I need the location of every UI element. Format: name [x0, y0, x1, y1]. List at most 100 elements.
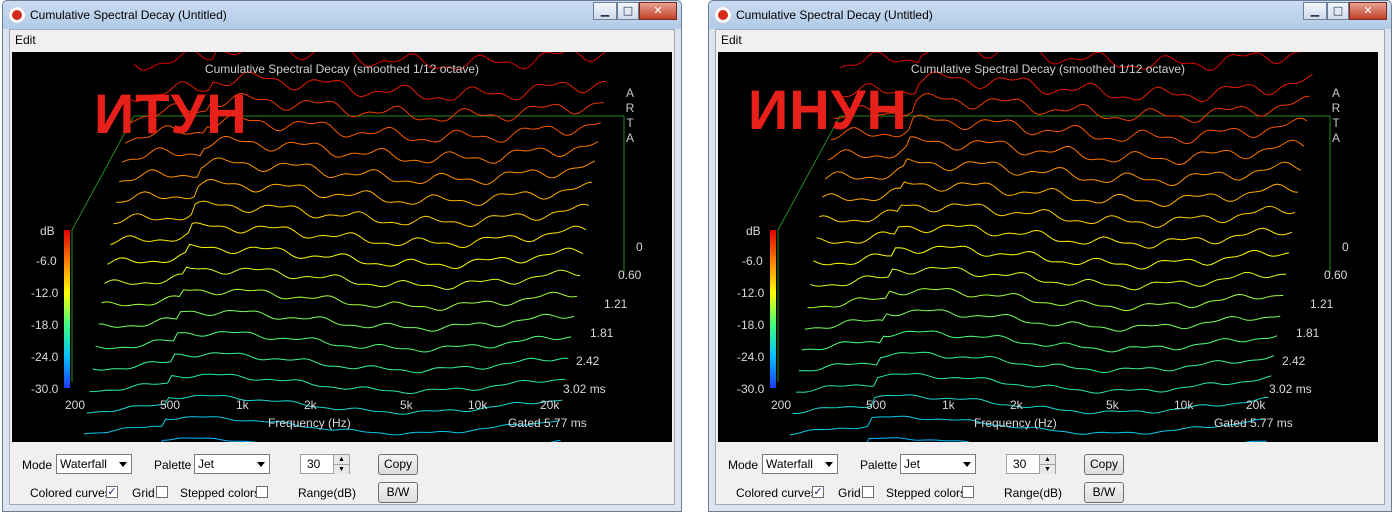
menu-edit[interactable]: Edit [721, 33, 742, 47]
waterfall-curve [161, 437, 561, 442]
time-tick: 1.21 [1310, 297, 1334, 311]
stepped-colors-checkbox[interactable] [962, 486, 974, 498]
db-tick: -24.0 [31, 350, 59, 364]
mode-label: Mode [728, 458, 759, 472]
spin-down-icon[interactable]: ▼ [333, 464, 349, 474]
waterfall-curve [792, 394, 1269, 415]
waterfall-curve [804, 309, 1281, 332]
time-tick: 1.21 [604, 297, 628, 311]
waterfall-curve [801, 330, 1278, 353]
db-tick: -30.0 [737, 382, 765, 396]
time-tick: 3.02 ms [1269, 382, 1312, 396]
freq-tick: 20k [540, 398, 560, 412]
csd-window-right: Cumulative Spectral Decay (Untitled) ▁ □… [708, 0, 1392, 512]
waterfall-curve [110, 222, 587, 249]
waterfall-curve [116, 178, 592, 207]
menu-bar: Edit [716, 30, 1384, 50]
db-tick: -6.0 [742, 254, 763, 268]
spin-down-icon[interactable]: ▼ [1039, 464, 1055, 474]
maximize-button[interactable]: □ [617, 2, 639, 20]
minimize-button[interactable]: ▁ [593, 2, 617, 20]
title-bar[interactable]: Cumulative Spectral Decay (Untitled) ▁ □… [3, 1, 681, 29]
range-stepper[interactable]: 30 ▲ ▼ [1006, 454, 1056, 474]
db-unit-label: dB [746, 224, 761, 238]
db-tick: -6.0 [36, 254, 57, 268]
freq-tick: 10k [1174, 398, 1194, 412]
freq-tick: 5k [400, 398, 413, 412]
waterfall-curve [824, 158, 1302, 187]
chevron-down-icon [257, 462, 265, 467]
db-tick: -18.0 [31, 318, 59, 332]
plot-title: Cumulative Spectral Decay (smoothed 1/12… [204, 62, 480, 76]
mode-select[interactable]: Waterfall [56, 454, 132, 474]
bw-button[interactable]: B/W [378, 482, 418, 503]
window-title: Cumulative Spectral Decay (Untitled) [30, 8, 227, 22]
freq-tick: 500 [160, 398, 181, 412]
colored-curves-checkbox[interactable]: ✓ [812, 486, 824, 498]
db-tick: -18.0 [737, 318, 765, 332]
controls-panel: Mode Waterfall Palette Jet 30 ▲ ▼ Copy Col… [10, 444, 674, 504]
bw-button[interactable]: B/W [1084, 482, 1124, 503]
x-axis-label: Frequency (Hz) [974, 416, 1057, 430]
waterfall-curve [104, 266, 581, 290]
close-button[interactable]: ✕ [1349, 2, 1387, 20]
waterfall-curve [92, 352, 569, 374]
copy-button[interactable]: Copy [1084, 454, 1124, 475]
waterfall-curve [836, 71, 1313, 103]
spin-up-icon[interactable]: ▲ [333, 455, 349, 464]
mode-select[interactable]: Waterfall [762, 454, 838, 474]
overlay-label: ИТУН [94, 82, 248, 145]
csd-window-left: Cumulative Spectral Decay (Untitled) ▁ □… [2, 0, 682, 512]
time-tick: 2.42 [576, 354, 600, 368]
db-tick: -12.0 [31, 286, 59, 300]
plot-frame [71, 115, 625, 382]
waterfall-curve [86, 394, 563, 415]
freq-tick: 2k [1010, 398, 1023, 412]
color-scale-bar [770, 230, 776, 388]
gated-label: Gated 5.77 ms [1214, 416, 1293, 430]
waterfall-curve [807, 287, 1284, 312]
waterfall-curve [795, 373, 1272, 394]
stepped-colors-checkbox[interactable] [256, 486, 268, 498]
close-button[interactable]: ✕ [639, 2, 677, 20]
time-tick: 0.60 [618, 268, 642, 282]
waterfall-curve [798, 351, 1275, 373]
colored-curves-label: Colored curves [736, 486, 817, 500]
maximize-button[interactable]: □ [1327, 2, 1349, 20]
freq-tick: 2k [304, 398, 317, 412]
grid-checkbox[interactable] [156, 486, 168, 498]
x-axis-label: Frequency (Hz) [268, 416, 351, 430]
csd-plot: Cumulative Spectral Decay (smoothed 1/12… [12, 52, 672, 442]
palette-select[interactable]: Jet [194, 454, 270, 474]
grid-label: Grid [132, 486, 155, 500]
waterfall-curve [822, 181, 1298, 207]
waterfall-curve [827, 136, 1305, 166]
freq-tick: 200 [771, 398, 792, 412]
waterfall-curve [95, 331, 572, 353]
arta-app-icon [9, 7, 25, 23]
minimize-button[interactable]: ▁ [1303, 2, 1327, 20]
palette-select[interactable]: Jet [900, 454, 976, 474]
chevron-down-icon [825, 462, 833, 467]
freq-tick: 1k [942, 398, 955, 412]
colored-curves-checkbox[interactable]: ✓ [106, 486, 118, 498]
spin-up-icon[interactable]: ▲ [1039, 455, 1055, 464]
freq-tick: 200 [65, 398, 86, 412]
waterfall-curve [98, 309, 575, 332]
menu-edit[interactable]: Edit [15, 33, 36, 47]
range-stepper[interactable]: 30 ▲ ▼ [300, 454, 350, 474]
freq-tick: 10k [468, 398, 488, 412]
title-bar[interactable]: Cumulative Spectral Decay (Untitled) ▁ □… [709, 1, 1391, 29]
overlay-label: ИНУН [748, 78, 908, 141]
copy-button[interactable]: Copy [378, 454, 418, 475]
controls-panel: Mode Waterfall Palette Jet 30 ▲ ▼ Copy Col… [716, 444, 1384, 504]
palette-label: Palette [860, 458, 898, 472]
waterfall-curve [816, 224, 1293, 249]
time-tick: 0 [636, 240, 643, 254]
arta-app-icon [715, 7, 731, 23]
waterfall-curve [810, 266, 1287, 291]
grid-checkbox[interactable] [862, 486, 874, 498]
stepped-colors-label: Stepped colors [886, 486, 967, 500]
window-title: Cumulative Spectral Decay (Untitled) [736, 8, 933, 22]
palette-label: Palette [154, 458, 192, 472]
